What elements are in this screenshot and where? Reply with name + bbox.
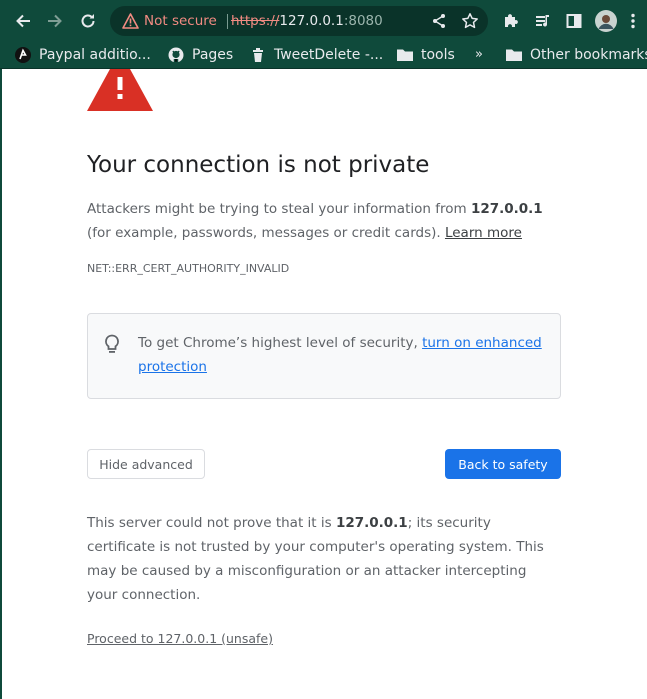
details-text: This server could not prove that it is 1… bbox=[87, 511, 561, 607]
other-bookmarks-folder[interactable]: Other bookmarks bbox=[502, 44, 647, 65]
reload-icon bbox=[81, 14, 95, 28]
bookmark-star-icon[interactable] bbox=[461, 12, 479, 30]
arrow-right-icon bbox=[48, 14, 62, 28]
reload-button[interactable] bbox=[75, 8, 101, 34]
page-title: Your connection is not private bbox=[87, 152, 430, 178]
share-icon[interactable] bbox=[430, 12, 448, 30]
back-button[interactable] bbox=[10, 8, 36, 34]
extensions-button[interactable] bbox=[498, 8, 524, 34]
main-message-suffix: (for example, passwords, messages or cre… bbox=[87, 225, 445, 241]
playlist-icon bbox=[536, 15, 549, 27]
bookmark-label: TweetDelete -... bbox=[274, 46, 384, 63]
bookmarks-bar: Paypal additio... Pages TweetDelete -...… bbox=[0, 41, 647, 69]
window-edge bbox=[0, 69, 2, 699]
details-prefix: This server could not prove that it is bbox=[87, 515, 336, 531]
learn-more-link[interactable]: Learn more bbox=[445, 225, 522, 241]
security-state-label[interactable]: Not secure bbox=[144, 13, 217, 29]
url-scheme: https:// bbox=[231, 13, 280, 29]
folder-icon bbox=[506, 47, 522, 63]
url-host: 127.0.0.1 bbox=[279, 13, 344, 29]
puzzle-icon bbox=[505, 14, 518, 27]
bookmark-label: Pages bbox=[192, 46, 234, 63]
warning-triangle-icon bbox=[87, 69, 153, 111]
lightbulb-icon bbox=[105, 334, 119, 353]
forward-button[interactable] bbox=[42, 8, 68, 34]
bookmark-label: Paypal additio... bbox=[39, 46, 151, 63]
browser-toolbar: Not secure https://127.0.0.1:8080 bbox=[0, 0, 647, 41]
proceed-unsafe-link[interactable]: Proceed to 127.0.0.1 (unsafe) bbox=[87, 631, 273, 646]
url-port: :8080 bbox=[343, 13, 383, 29]
other-bookmarks-label: Other bookmarks bbox=[530, 46, 647, 63]
bookmark-label: tools bbox=[421, 46, 455, 63]
github-icon bbox=[168, 47, 184, 63]
warning-icon[interactable] bbox=[122, 13, 139, 29]
main-message-prefix: Attackers might be trying to steal your … bbox=[87, 201, 471, 217]
media-control-button[interactable] bbox=[530, 8, 556, 34]
enhanced-protection-prefix: To get Chrome’s highest level of securit… bbox=[138, 335, 423, 351]
side-panel-button[interactable] bbox=[561, 8, 587, 34]
omnibox-divider bbox=[227, 14, 228, 29]
bookmark-tweetdelete[interactable]: TweetDelete -... bbox=[250, 44, 383, 65]
back-to-safety-button[interactable]: Back to safety bbox=[445, 449, 561, 479]
folder-icon bbox=[397, 47, 413, 63]
bookmarks-overflow-button[interactable]: » bbox=[475, 44, 483, 65]
paypal-icon bbox=[15, 46, 31, 63]
arrow-left-icon bbox=[16, 14, 30, 28]
details-host: 127.0.0.1 bbox=[335, 515, 408, 531]
main-message: Attackers might be trying to steal your … bbox=[87, 197, 561, 245]
bookmark-pages[interactable]: Pages bbox=[168, 44, 233, 65]
enhanced-protection-box: To get Chrome’s highest level of securit… bbox=[87, 313, 561, 399]
profile-button[interactable] bbox=[593, 8, 619, 34]
chevron-double-right-icon: » bbox=[475, 47, 483, 62]
error-code: NET::ERR_CERT_AUTHORITY_INVALID bbox=[87, 262, 290, 275]
bookmark-folder-tools[interactable]: tools bbox=[397, 44, 455, 65]
address-bar[interactable]: Not secure https://127.0.0.1:8080 bbox=[110, 6, 488, 36]
bookmark-paypal[interactable]: Paypal additio... bbox=[15, 44, 151, 65]
main-message-host: 127.0.0.1 bbox=[470, 201, 543, 217]
side-panel-icon bbox=[566, 14, 582, 28]
trash-icon bbox=[250, 47, 266, 63]
more-vertical-icon bbox=[631, 13, 635, 29]
url-text[interactable]: https://127.0.0.1:8080 bbox=[231, 13, 383, 29]
menu-button[interactable] bbox=[626, 8, 640, 34]
enhanced-protection-text: To get Chrome’s highest level of securit… bbox=[138, 331, 548, 379]
avatar bbox=[595, 10, 617, 32]
hide-advanced-button[interactable]: Hide advanced bbox=[87, 449, 205, 479]
